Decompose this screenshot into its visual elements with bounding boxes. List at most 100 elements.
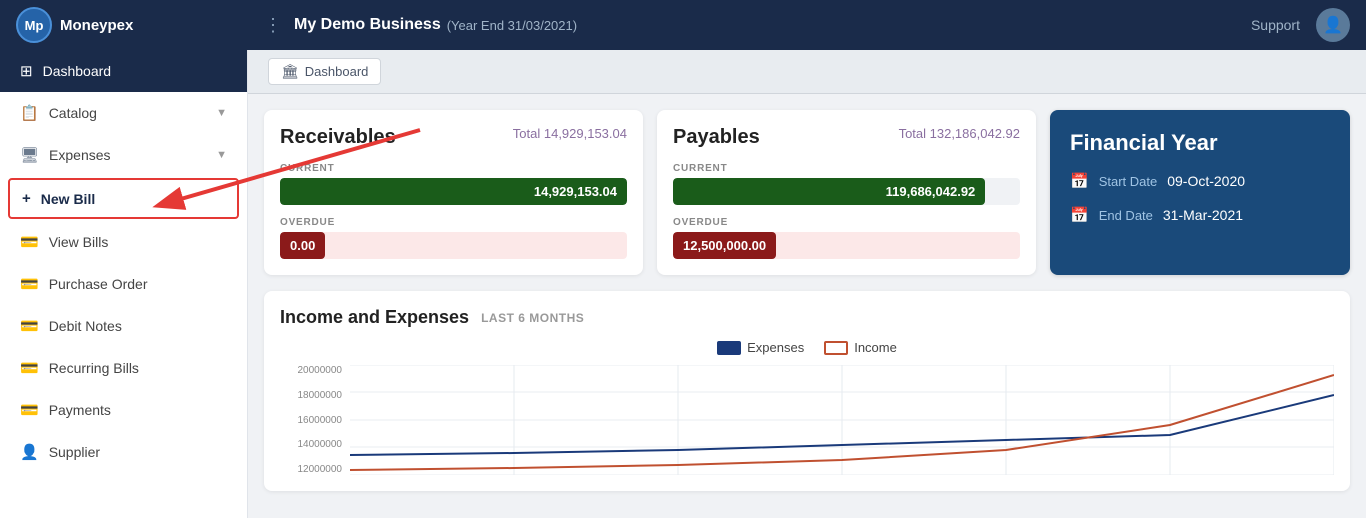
- sidebar-item-view-bills[interactable]: 💳 View Bills: [0, 221, 247, 263]
- chevron-down-icon: ▼: [216, 107, 227, 119]
- calendar-end-icon: 📅: [1070, 206, 1089, 224]
- view-bills-icon: 💳: [20, 233, 39, 251]
- cards-row: Receivables Total 14,929,153.04 CURRENT …: [264, 110, 1350, 275]
- legend-expenses: Expenses: [717, 340, 804, 355]
- payables-title: Payables: [673, 126, 760, 149]
- breadcrumb-icon: 🏛: [281, 63, 299, 80]
- y-label-4: 14000000: [280, 439, 342, 450]
- sidebar-label-payments: Payments: [49, 402, 111, 418]
- income-expenses-section: Income and Expenses LAST 6 MONTHS Expens…: [264, 291, 1350, 491]
- financial-start-value: 09-Oct-2020: [1167, 173, 1245, 189]
- payables-card: Payables Total 132,186,042.92 CURRENT 11…: [657, 110, 1036, 275]
- receivables-title: Receivables: [280, 126, 396, 149]
- expenses-legend-label: Expenses: [747, 340, 804, 355]
- sidebar-item-new-bill[interactable]: + New Bill: [8, 178, 239, 219]
- receivables-total: Total 14,929,153.04: [513, 126, 627, 141]
- financial-year-title: Financial Year: [1070, 130, 1330, 156]
- dashboard-content: Receivables Total 14,929,153.04 CURRENT …: [248, 94, 1366, 518]
- receivables-overdue-bar: 0.00: [280, 232, 627, 259]
- logo-icon: Mp: [16, 7, 52, 43]
- receivables-card: Receivables Total 14,929,153.04 CURRENT …: [264, 110, 643, 275]
- logo-text: Moneypex: [60, 17, 133, 34]
- income-legend-box: [824, 341, 848, 355]
- payables-total: Total 132,186,042.92: [899, 126, 1020, 141]
- dashboard-icon: ⊞: [20, 62, 33, 80]
- payables-current-bar: 119,686,042.92: [673, 178, 1020, 205]
- user-avatar[interactable]: 👤: [1316, 8, 1350, 42]
- sidebar: ⊞ Dashboard 📋 Catalog ▼ 🖥 Expenses ▼ + N…: [0, 50, 248, 518]
- catalog-icon: 📋: [20, 104, 39, 122]
- logo-area: Mp Moneypex: [16, 7, 264, 43]
- sidebar-label-recurring-bills: Recurring Bills: [49, 360, 139, 376]
- receivables-current-bar: 14,929,153.04: [280, 178, 627, 205]
- sidebar-item-purchase-order[interactable]: 💳 Purchase Order: [0, 263, 247, 305]
- top-header: Mp Moneypex ⋮ My Demo Business (Year End…: [0, 0, 1366, 50]
- y-label-3: 16000000: [280, 415, 342, 426]
- y-axis: 20000000 18000000 16000000 14000000 1200…: [280, 365, 350, 475]
- main-layout: ⊞ Dashboard 📋 Catalog ▼ 🖥 Expenses ▼ + N…: [0, 50, 1366, 518]
- sidebar-label-new-bill: New Bill: [41, 191, 95, 207]
- main-content: 🏛 Dashboard Receivables Total 14,929,153…: [248, 50, 1366, 518]
- payables-current-value: 119,686,042.92: [673, 178, 985, 205]
- financial-start-row: 📅 Start Date 09-Oct-2020: [1070, 172, 1330, 190]
- line-chart: [350, 365, 1334, 475]
- sidebar-label-supplier: Supplier: [49, 444, 100, 460]
- financial-end-row: 📅 End Date 31-Mar-2021: [1070, 206, 1330, 224]
- debit-notes-icon: 💳: [20, 317, 39, 335]
- financial-end-value: 31-Mar-2021: [1163, 207, 1243, 223]
- receivables-current-label: CURRENT: [280, 163, 627, 174]
- sidebar-label-catalog: Catalog: [49, 105, 97, 121]
- sidebar-item-supplier[interactable]: 👤 Supplier: [0, 431, 247, 473]
- sidebar-item-payments[interactable]: 💳 Payments: [0, 389, 247, 431]
- legend-income: Income: [824, 340, 897, 355]
- supplier-icon: 👤: [20, 443, 39, 461]
- payables-header: Payables Total 132,186,042.92: [673, 126, 1020, 149]
- payables-overdue-bar: 12,500,000.00: [673, 232, 1020, 259]
- payments-icon: 💳: [20, 401, 39, 419]
- chevron-down-expenses-icon: ▼: [216, 149, 227, 161]
- income-period: LAST 6 MONTHS: [481, 311, 584, 325]
- sidebar-label-expenses: Expenses: [49, 147, 110, 163]
- plus-icon: +: [22, 190, 31, 207]
- payables-overdue-label: OVERDUE: [673, 217, 1020, 228]
- sidebar-item-dashboard[interactable]: ⊞ Dashboard: [0, 50, 247, 92]
- sidebar-label-view-bills: View Bills: [49, 234, 109, 250]
- y-label-2: 18000000: [280, 390, 342, 401]
- receivables-overdue-value: 0.00: [280, 232, 325, 259]
- sidebar-label-purchase-order: Purchase Order: [49, 276, 148, 292]
- breadcrumb-label: Dashboard: [305, 64, 369, 79]
- payables-overdue-value: 12,500,000.00: [673, 232, 776, 259]
- calendar-start-icon: 📅: [1070, 172, 1089, 190]
- income-legend-label: Income: [854, 340, 897, 355]
- menu-dots[interactable]: ⋮: [264, 15, 282, 36]
- financial-year-card: Financial Year 📅 Start Date 09-Oct-2020 …: [1050, 110, 1350, 275]
- breadcrumb-bar: 🏛 Dashboard: [248, 50, 1366, 94]
- header-right: Support 👤: [1251, 8, 1350, 42]
- y-label-5: 12000000: [280, 464, 342, 475]
- support-link[interactable]: Support: [1251, 17, 1300, 33]
- sidebar-item-catalog[interactable]: 📋 Catalog ▼: [0, 92, 247, 134]
- chart-container: 20000000 18000000 16000000 14000000 1200…: [280, 365, 1334, 475]
- income-header: Income and Expenses LAST 6 MONTHS: [280, 307, 1334, 328]
- purchase-order-icon: 💳: [20, 275, 39, 293]
- sidebar-item-recurring-bills[interactable]: 💳 Recurring Bills: [0, 347, 247, 389]
- receivables-current-value: 14,929,153.04: [280, 178, 627, 205]
- sidebar-label-dashboard: Dashboard: [43, 63, 112, 79]
- breadcrumb[interactable]: 🏛 Dashboard: [268, 58, 381, 85]
- sidebar-label-debit-notes: Debit Notes: [49, 318, 122, 334]
- payables-current-label: CURRENT: [673, 163, 1020, 174]
- income-title: Income and Expenses: [280, 307, 469, 328]
- chart-legend: Expenses Income: [280, 340, 1334, 355]
- sidebar-item-expenses[interactable]: 🖥 Expenses ▼: [0, 134, 247, 176]
- business-year: (Year End 31/03/2021): [447, 18, 577, 33]
- business-name: My Demo Business: [294, 16, 441, 34]
- financial-start-label: Start Date: [1099, 174, 1158, 189]
- receivables-overdue-label: OVERDUE: [280, 217, 627, 228]
- expenses-legend-box: [717, 341, 741, 355]
- recurring-bills-icon: 💳: [20, 359, 39, 377]
- y-label-1: 20000000: [280, 365, 342, 376]
- expenses-icon: 🖥: [20, 146, 39, 164]
- receivables-header: Receivables Total 14,929,153.04: [280, 126, 627, 149]
- sidebar-item-debit-notes[interactable]: 💳 Debit Notes: [0, 305, 247, 347]
- financial-end-label: End Date: [1099, 208, 1153, 223]
